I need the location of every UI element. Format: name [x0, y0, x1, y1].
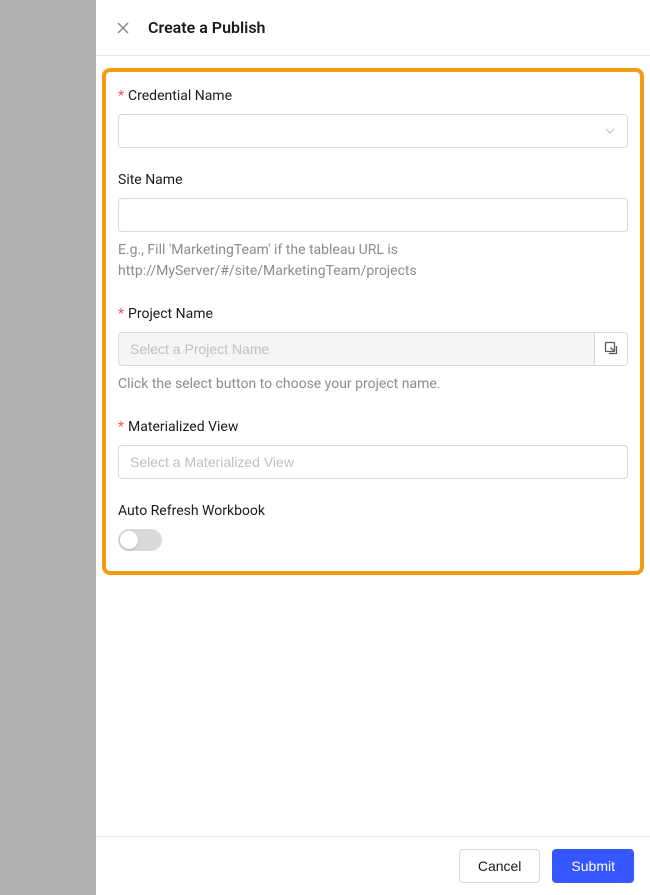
site-name-label: Site Name — [118, 172, 628, 188]
field-project-name: *Project Name Click the select button to… — [112, 304, 634, 397]
auto-refresh-label: Auto Refresh Workbook — [118, 503, 628, 519]
panel-title: Create a Publish — [148, 18, 265, 37]
materialized-view-label: *Materialized View — [118, 419, 628, 435]
toggle-knob — [120, 531, 138, 549]
chevron-down-icon — [604, 125, 616, 137]
field-site-name: Site Name E.g., Fill 'MarketingTeam' if … — [112, 170, 634, 284]
panel-footer: Cancel Submit — [96, 836, 650, 895]
cancel-button[interactable]: Cancel — [459, 849, 541, 883]
required-asterisk: * — [118, 88, 124, 104]
panel-body: *Credential Name Site Name E.g., Fill 'M… — [96, 56, 650, 836]
materialized-view-input[interactable] — [118, 445, 628, 479]
project-picker-button[interactable] — [594, 332, 628, 366]
external-picker-icon — [604, 340, 618, 359]
close-icon[interactable] — [116, 21, 130, 35]
required-asterisk: * — [118, 306, 124, 322]
site-name-hint: E.g., Fill 'MarketingTeam' if the tablea… — [118, 240, 628, 282]
project-name-label: *Project Name — [118, 306, 628, 322]
field-credential-name: *Credential Name — [112, 86, 634, 150]
site-name-input[interactable] — [118, 198, 628, 232]
auto-refresh-toggle[interactable] — [118, 529, 162, 551]
panel-header: Create a Publish — [96, 0, 650, 56]
project-name-row — [118, 332, 628, 366]
field-auto-refresh: Auto Refresh Workbook — [112, 501, 634, 553]
highlighted-form-area: *Credential Name Site Name E.g., Fill 'M… — [102, 68, 644, 575]
create-publish-panel: Create a Publish *Credential Name Site N… — [96, 0, 650, 895]
project-name-hint: Click the select button to choose your p… — [118, 374, 628, 395]
submit-button[interactable]: Submit — [552, 849, 634, 883]
field-materialized-view: *Materialized View — [112, 417, 634, 481]
project-name-input[interactable] — [118, 332, 594, 366]
required-asterisk: * — [118, 419, 124, 435]
credential-name-label: *Credential Name — [118, 88, 628, 104]
credential-name-select[interactable] — [118, 114, 628, 148]
